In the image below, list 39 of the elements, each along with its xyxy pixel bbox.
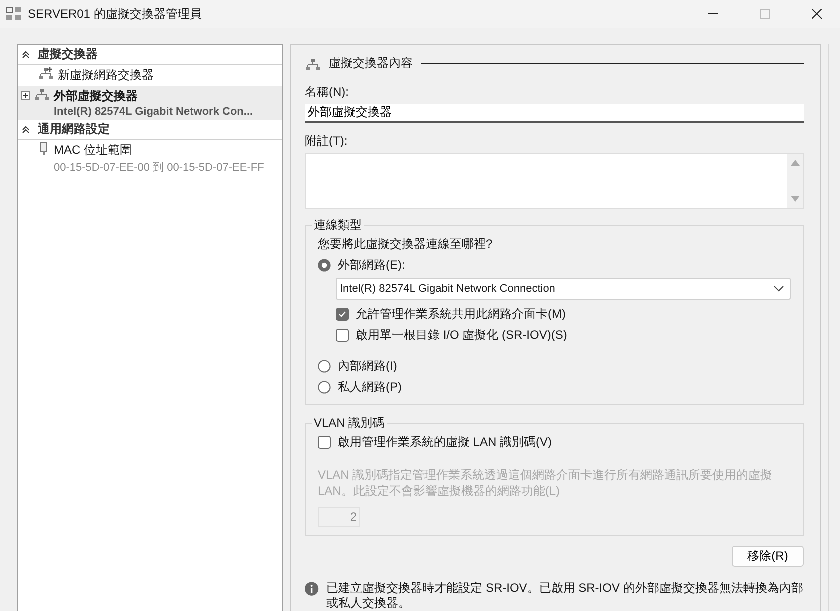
vlan-description: VLAN 識別碼指定管理作業系統透過這個網路介面卡進行所有網路通訊所要使用的虛擬 LAN。此設定不會影響虛擬機器的網路功能(L) <box>318 467 774 499</box>
radio-label: 內部網路(I) <box>338 358 398 375</box>
checkbox[interactable] <box>336 308 349 321</box>
network-icon <box>34 88 50 100</box>
section-title: 通用網路設定 <box>38 121 110 138</box>
window-title: SERVER01 的虛擬交換器管理員 <box>28 6 203 22</box>
sidebar-item[interactable]: 外部虛擬交換器 Intel(R) 82574L Gigabit Network Con... <box>18 86 282 120</box>
adapter-dropdown[interactable]: Intel(R) 82574L Gigabit Network Connection <box>336 278 791 300</box>
caret-icon <box>774 286 784 292</box>
info-icon <box>305 581 319 597</box>
sidebar-item[interactable]: MAC 位址範圍 00-15-5D-07-EE-00 到 00-15-5D-07-EE-FF <box>18 140 282 177</box>
question-text: 您要將此虛擬交換器連線至哪裡? <box>318 236 494 253</box>
checkbox-label: 啟用管理作業系統的虛擬 LAN 識別碼(V) <box>338 434 552 451</box>
info-note: 已建立虛擬交換器時才能設定 SR-IOV。已啟用 SR-IOV 的外部虛擬交換器無法轉換為內部或私人交換器。 <box>326 581 804 611</box>
radio-button[interactable] <box>318 360 331 373</box>
section-title: 虛擬交換器 <box>38 46 98 63</box>
checkbox-label: 允許管理作業系統共用此網路介面卡(M) <box>356 306 566 323</box>
expand-icon[interactable] <box>21 91 30 100</box>
radio-label: 私人網路(P) <box>338 379 402 396</box>
collapse-icon[interactable] <box>22 126 30 134</box>
app-icon <box>6 7 22 21</box>
collapse-icon[interactable] <box>22 50 30 58</box>
checkbox-label: 啟用單一根目錄 I/O 虛擬化 (SR-IOV)(S) <box>356 327 568 344</box>
group-title: VLAN 識別碼 <box>313 415 386 432</box>
radio-label: 外部網路(E): <box>338 257 406 274</box>
name-label: 名稱(N): <box>305 84 350 101</box>
close-icon[interactable] <box>812 9 822 19</box>
add-network-icon <box>38 67 54 79</box>
checkbox[interactable] <box>336 329 349 342</box>
group-title: 連線類型 <box>313 217 363 234</box>
remove-button[interactable]: 移除(R) <box>732 546 804 567</box>
sidebar-item[interactable]: 新虛擬網路交換器 <box>18 65 282 86</box>
section-title: 虛擬交換器內容 <box>329 55 413 72</box>
radio-button[interactable] <box>318 259 331 272</box>
radio-button[interactable] <box>318 381 331 394</box>
notes-label: 附註(T): <box>305 132 349 150</box>
name-field[interactable]: 外部虛擬交換器 <box>305 104 804 123</box>
plug-icon <box>38 142 50 156</box>
network-icon <box>305 58 321 70</box>
